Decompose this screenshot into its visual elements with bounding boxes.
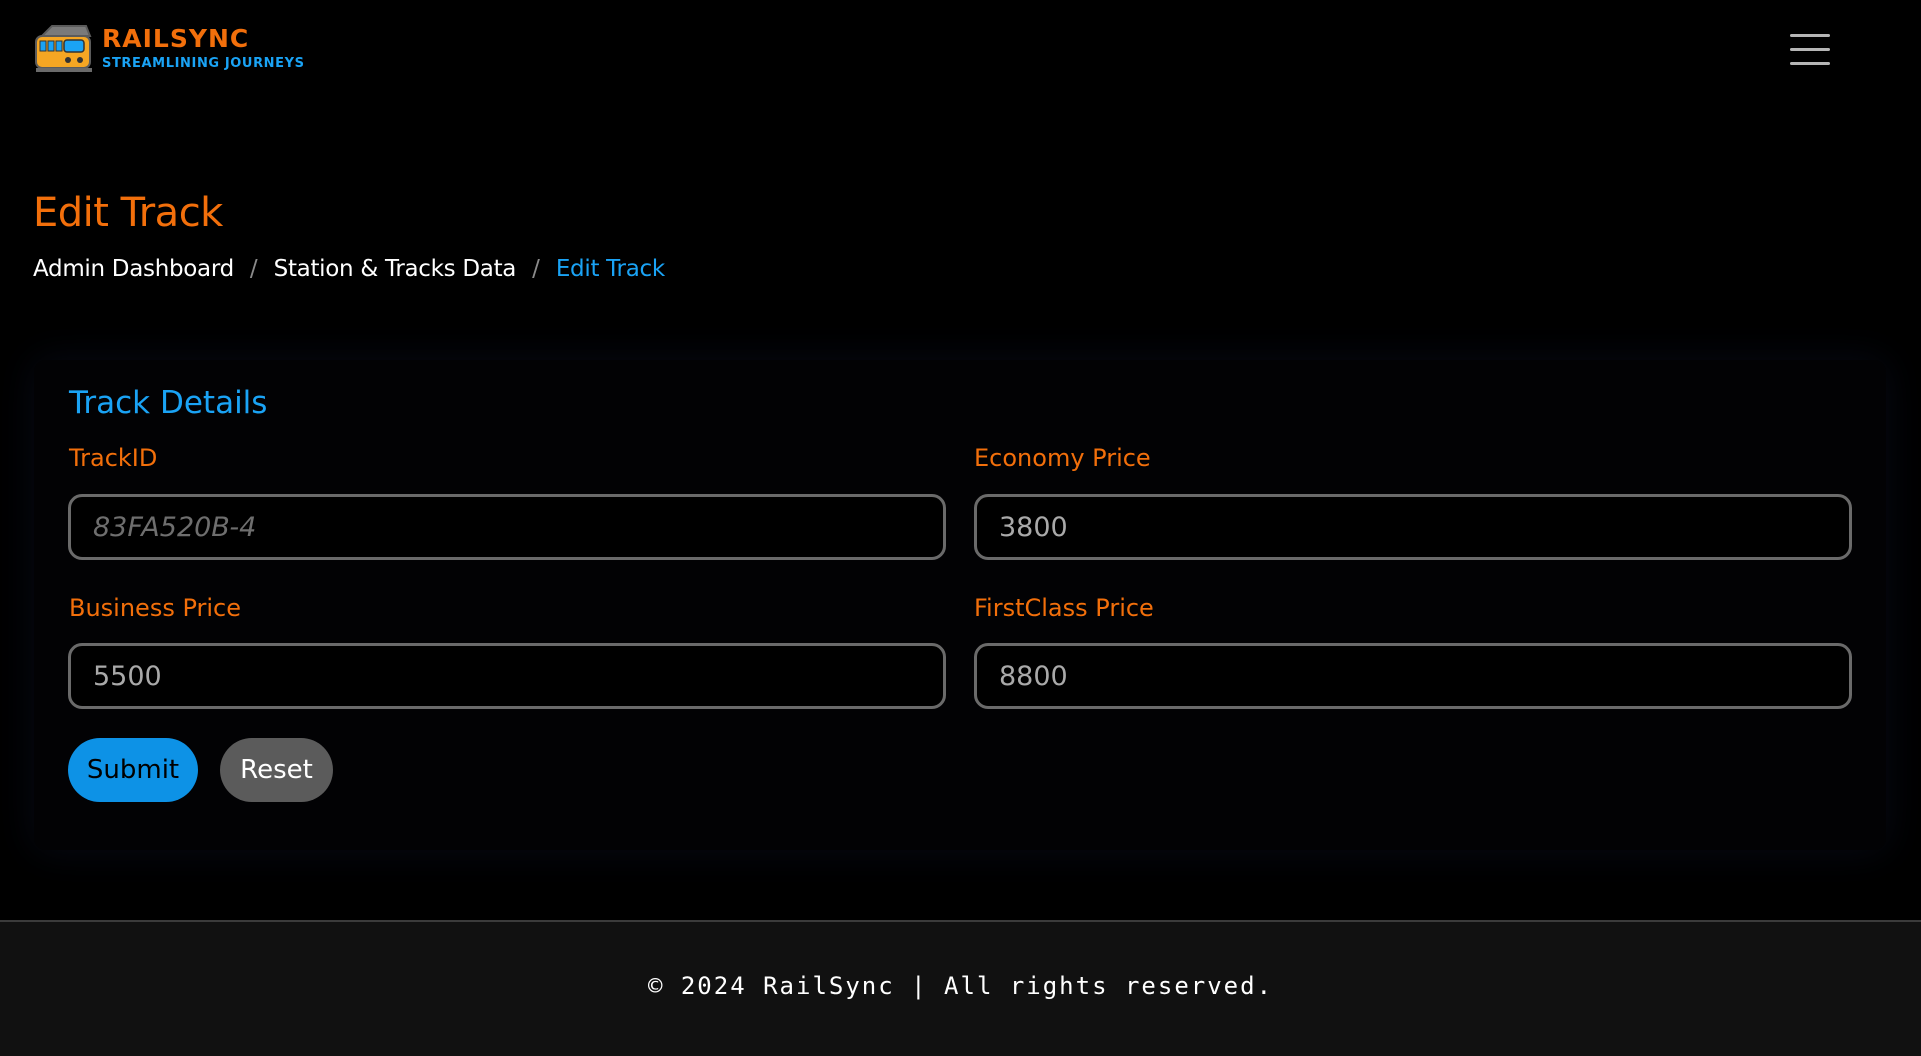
business-price-field[interactable] [68, 643, 946, 709]
hamburger-line [1790, 48, 1830, 51]
brand-name: RAILSYNC [102, 24, 250, 53]
footer: © 2024 RailSync | All rights reserved. [0, 920, 1921, 1056]
breadcrumb-station-tracks-data[interactable]: Station & Tracks Data [274, 256, 517, 282]
brand-tagline: STREAMLINING JOURNEYS [102, 56, 305, 71]
page-title: Edit Track [33, 190, 223, 236]
firstclass-price-label: FirstClass Price [974, 594, 1154, 622]
breadcrumb-separator: / [249, 256, 258, 282]
track-details-card: Track Details TrackID Economy Price Busi… [34, 360, 1886, 850]
business-price-label: Business Price [69, 594, 242, 622]
card-title: Track Details [69, 385, 268, 421]
submit-button[interactable]: Submit [68, 738, 198, 802]
breadcrumb-edit-track: Edit Track [555, 256, 665, 282]
hamburger-line [1790, 62, 1830, 65]
breadcrumb-admin-dashboard[interactable]: Admin Dashboard [33, 256, 234, 282]
footer-copyright: © 2024 RailSync | All rights reserved. [647, 972, 1274, 1000]
economy-price-field[interactable] [974, 494, 1852, 560]
economy-price-label: Economy Price [974, 444, 1151, 472]
brand-text: RAILSYNC STREAMLINING JOURNEYS [102, 26, 305, 70]
hamburger-menu-icon[interactable] [1790, 32, 1832, 68]
firstclass-price-field[interactable] [974, 643, 1852, 709]
navbar: RAILSYNC STREAMLINING JOURNEYS [0, 0, 1921, 100]
hamburger-line [1790, 34, 1830, 37]
breadcrumb: Admin Dashboard / Station & Tracks Data … [33, 256, 665, 282]
reset-button[interactable]: Reset [220, 738, 333, 802]
breadcrumb-separator: / [532, 256, 540, 282]
brand-link[interactable]: RAILSYNC STREAMLINING JOURNEYS [34, 22, 305, 74]
track-id-label: TrackID [69, 444, 158, 472]
train-icon [35, 25, 92, 72]
track-id-field[interactable] [68, 494, 946, 560]
